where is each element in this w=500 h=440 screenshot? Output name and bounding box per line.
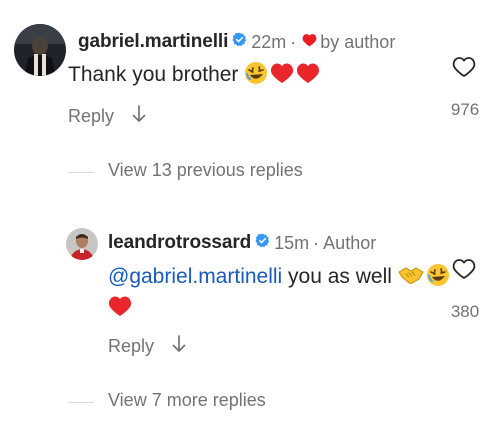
red-heart-emoji: [270, 61, 294, 90]
like-count: 976: [450, 100, 480, 119]
like-count: 380: [450, 302, 480, 321]
translate-arrow-down-icon[interactable]: [132, 104, 146, 128]
comment-actions: Reply: [108, 334, 186, 358]
comment-header: gabriel.martinelli 22m · by author: [78, 30, 395, 54]
translate-arrow-down-icon[interactable]: [172, 334, 186, 358]
comment-text: Thank you brother: [68, 60, 320, 90]
view-more-replies-link[interactable]: View 7 more replies: [108, 390, 266, 411]
avatar-image: [66, 228, 98, 260]
view-previous-replies-link[interactable]: View 13 previous replies: [108, 160, 303, 181]
username[interactable]: gabriel.martinelli: [78, 31, 228, 53]
red-heart-emoji: [108, 294, 132, 323]
avatar-leandrotrossard[interactable]: [66, 228, 98, 260]
meta-separator: ·: [313, 232, 320, 253]
like-heart-icon[interactable]: [452, 56, 476, 78]
comment-time: 22m: [251, 31, 287, 52]
comment-body: you as well: [282, 265, 392, 288]
avatar-gabriel-martinelli[interactable]: [14, 24, 66, 76]
liked-by-author-heart-icon: [302, 33, 317, 52]
username[interactable]: leandrotrossard: [108, 232, 251, 254]
reply-button[interactable]: Reply: [68, 106, 114, 127]
reply-button[interactable]: Reply: [108, 336, 154, 357]
comment-header: leandrotrossard 15m · Author: [108, 231, 376, 255]
by-author-label: by author: [320, 31, 396, 52]
author-label: Author: [323, 232, 377, 253]
avatar-image: [14, 24, 66, 76]
rofl-emoji: [426, 263, 450, 292]
comment-actions: Reply: [68, 104, 146, 128]
thread-divider: [68, 402, 94, 403]
meta-separator: ·: [290, 31, 297, 52]
thread-divider: [68, 172, 94, 173]
comment-time: 15m: [274, 232, 310, 253]
like-heart-icon[interactable]: [452, 258, 476, 280]
comment-text: @gabriel.martinelli you as well: [108, 262, 450, 292]
rofl-emoji: [244, 61, 268, 90]
verified-badge-icon: [255, 233, 270, 253]
verified-badge-icon: [232, 32, 247, 52]
mention-link[interactable]: @gabriel.martinelli: [108, 265, 282, 289]
red-heart-emoji: [296, 61, 320, 90]
comment-body: Thank you brother: [68, 63, 239, 86]
handshake-emoji: [398, 264, 424, 291]
